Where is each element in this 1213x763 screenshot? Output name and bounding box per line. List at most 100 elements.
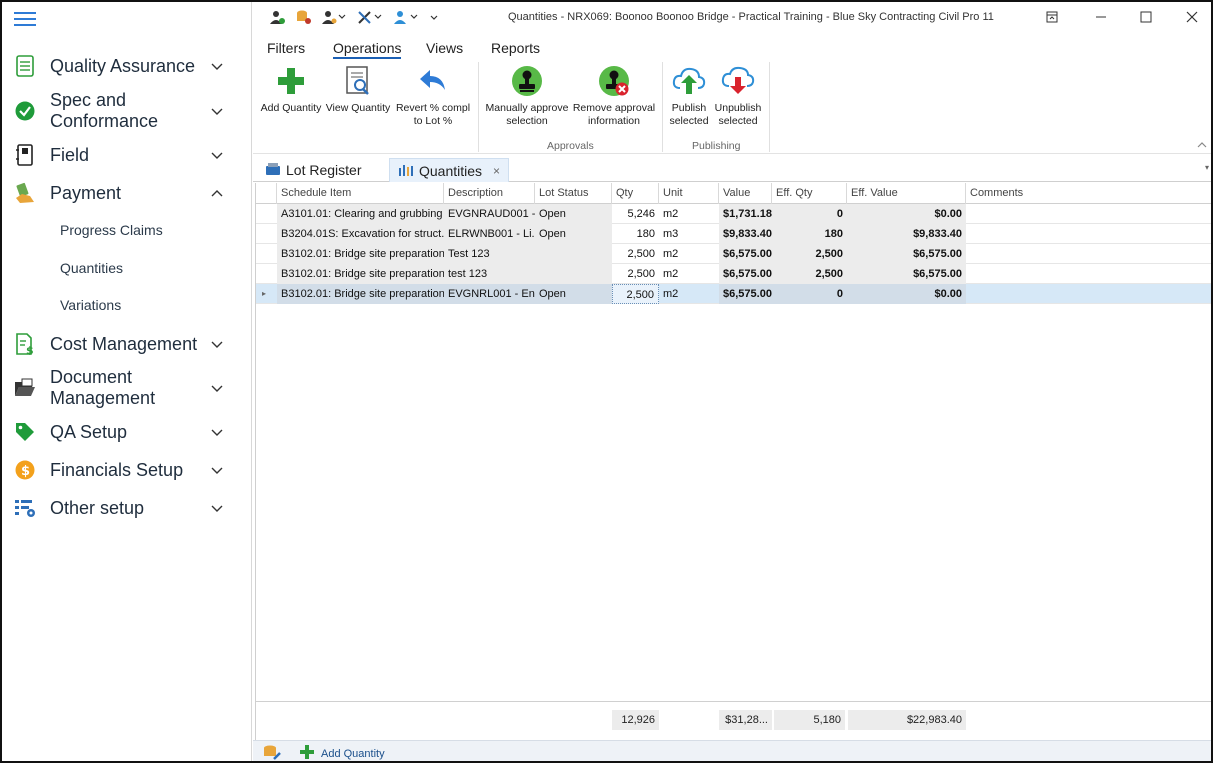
chevron-down-icon[interactable]: [210, 104, 224, 118]
customize-toolbar-icon[interactable]: [429, 9, 439, 25]
cell-eff-value[interactable]: $0.00: [847, 284, 966, 304]
ribbon-display-options-icon[interactable]: [1042, 8, 1062, 26]
cell-eff-qty[interactable]: 180: [772, 224, 847, 244]
cell-value[interactable]: $6,575.00: [719, 264, 772, 284]
close-tab-icon[interactable]: ×: [493, 164, 500, 178]
revert-percent-button[interactable]: Revert % compl to Lot %: [395, 64, 471, 128]
cell-eff-value[interactable]: $6,575.00: [847, 264, 966, 284]
cell-lot-status[interactable]: [535, 244, 612, 264]
publish-selected-button[interactable]: Publish selected: [666, 64, 712, 128]
cell-qty[interactable]: 2,500: [612, 264, 659, 284]
column-header-schedule-item[interactable]: Schedule Item: [277, 183, 444, 204]
cell-unit[interactable]: m2: [659, 264, 719, 284]
unpublish-selected-button[interactable]: Unpublish selected: [714, 64, 762, 128]
sidebar-subitem-variations[interactable]: Variations: [60, 297, 121, 313]
column-header-qty[interactable]: Qty: [612, 183, 659, 204]
cell-eff-value[interactable]: $0.00: [847, 204, 966, 224]
chevron-down-icon[interactable]: [210, 59, 224, 73]
cell-unit[interactable]: m2: [659, 204, 719, 224]
sidebar-item-financials-setup[interactable]: $ Financials Setup: [2, 458, 252, 482]
hamburger-menu-icon[interactable]: [14, 12, 36, 26]
tab-overflow-icon[interactable]: ▾: [1205, 163, 1209, 172]
cell-eff-qty[interactable]: 2,500: [772, 264, 847, 284]
cell-unit[interactable]: m3: [659, 224, 719, 244]
tab-views[interactable]: Views: [426, 40, 463, 56]
cell-description[interactable]: EVGNRAUD001 -...: [444, 204, 535, 224]
cell-comments[interactable]: [966, 244, 1211, 264]
sidebar-item-cost-management[interactable]: $ Cost Management: [2, 332, 252, 356]
chevron-down-icon[interactable]: [210, 148, 224, 162]
cell-schedule-item[interactable]: A3101.01: Clearing and grubbing: [277, 204, 444, 224]
tab-lot-register[interactable]: Lot Register: [257, 158, 369, 182]
minimize-icon[interactable]: [1091, 8, 1111, 26]
cell-qty[interactable]: 2,500: [612, 284, 659, 304]
chevron-down-icon[interactable]: [210, 425, 224, 439]
column-header-eff-qty[interactable]: Eff. Qty: [772, 183, 847, 204]
account-dropdown-icon[interactable]: [393, 9, 419, 25]
sidebar-subitem-quantities[interactable]: Quantities: [60, 260, 123, 276]
chevron-down-icon[interactable]: [210, 337, 224, 351]
sidebar-item-payment[interactable]: Payment: [2, 181, 252, 205]
column-header-eff-value[interactable]: Eff. Value: [847, 183, 966, 204]
cell-schedule-item[interactable]: B3102.01: Bridge site preparation: [277, 264, 444, 284]
close-icon[interactable]: [1182, 8, 1202, 26]
cell-lot-status[interactable]: Open: [535, 204, 612, 224]
database-edit-icon[interactable]: [263, 744, 281, 761]
cell-description[interactable]: test 123: [444, 264, 535, 284]
column-header-unit[interactable]: Unit: [659, 183, 719, 204]
cell-qty[interactable]: 180: [612, 224, 659, 244]
cell-eff-value[interactable]: $9,833.40: [847, 224, 966, 244]
table-row[interactable]: B3204.01S: Excavation for struct... ELRWN…: [256, 224, 1211, 244]
tools-dropdown-icon[interactable]: [357, 9, 383, 25]
cell-comments[interactable]: [966, 224, 1211, 244]
cell-schedule-item[interactable]: B3102.01: Bridge site preparation: [277, 244, 444, 264]
cell-lot-status[interactable]: Open: [535, 224, 612, 244]
cell-qty[interactable]: 2,500: [612, 244, 659, 264]
add-quantity-button[interactable]: Add Quantity: [258, 64, 324, 115]
sidebar-item-other-setup[interactable]: Other setup: [2, 496, 252, 520]
table-row[interactable]: A3101.01: Clearing and grubbing EVGNRAUD0…: [256, 204, 1211, 224]
tab-operations[interactable]: Operations: [333, 40, 402, 59]
cell-eff-value[interactable]: $6,575.00: [847, 244, 966, 264]
sidebar-item-quality-assurance[interactable]: Quality Assurance: [2, 54, 252, 78]
sidebar-item-qa-setup[interactable]: QA Setup: [2, 420, 252, 444]
maximize-icon[interactable]: [1136, 8, 1156, 26]
cell-description[interactable]: Test 123: [444, 244, 535, 264]
chevron-up-icon[interactable]: [210, 186, 224, 200]
cell-comments[interactable]: [966, 204, 1211, 224]
cell-eff-qty[interactable]: 2,500: [772, 244, 847, 264]
user-dropdown-icon[interactable]: [321, 9, 347, 25]
column-header-comments[interactable]: Comments: [966, 183, 1211, 204]
chevron-down-icon[interactable]: [210, 463, 224, 477]
manually-approve-button[interactable]: Manually approve selection: [485, 64, 569, 128]
cell-unit[interactable]: m2: [659, 244, 719, 264]
sidebar-item-field[interactable]: Field: [2, 143, 252, 167]
tab-reports[interactable]: Reports: [491, 40, 540, 56]
user-refresh-icon[interactable]: [269, 9, 285, 25]
cell-qty[interactable]: 5,246: [612, 204, 659, 224]
cell-lot-status[interactable]: Open: [535, 284, 612, 304]
cell-schedule-item[interactable]: B3204.01S: Excavation for struct...: [277, 224, 444, 244]
add-quantity-link[interactable]: Add Quantity: [299, 744, 385, 761]
cell-value[interactable]: $6,575.00: [719, 284, 772, 304]
cell-schedule-item[interactable]: B3102.01: Bridge site preparation: [277, 284, 444, 304]
table-row[interactable]: B3102.01: Bridge site preparation Test 12…: [256, 244, 1211, 264]
cell-comments[interactable]: [966, 264, 1211, 284]
column-header-lot-status[interactable]: Lot Status: [535, 183, 612, 204]
cell-lot-status[interactable]: [535, 264, 612, 284]
chevron-down-icon[interactable]: [210, 501, 224, 515]
cell-comments[interactable]: [966, 284, 1211, 304]
column-header-description[interactable]: Description: [444, 183, 535, 204]
sidebar-item-document-management[interactable]: Document Management: [2, 366, 252, 410]
cell-eff-qty[interactable]: 0: [772, 204, 847, 224]
sidebar-subitem-progress-claims[interactable]: Progress Claims: [60, 222, 163, 238]
cell-unit[interactable]: m2: [659, 284, 719, 304]
table-row[interactable]: ▸ B3102.01: Bridge site preparation EVGNRL…: [256, 284, 1211, 304]
collapse-ribbon-icon[interactable]: [1197, 136, 1207, 148]
cell-description[interactable]: EVGNRL001 - En...: [444, 284, 535, 304]
cell-eff-qty[interactable]: 0: [772, 284, 847, 304]
tab-filters[interactable]: Filters: [267, 40, 305, 56]
remove-approval-button[interactable]: Remove approval information: [571, 64, 657, 128]
table-row[interactable]: B3102.01: Bridge site preparation test 12…: [256, 264, 1211, 284]
column-header-value[interactable]: Value: [719, 183, 772, 204]
